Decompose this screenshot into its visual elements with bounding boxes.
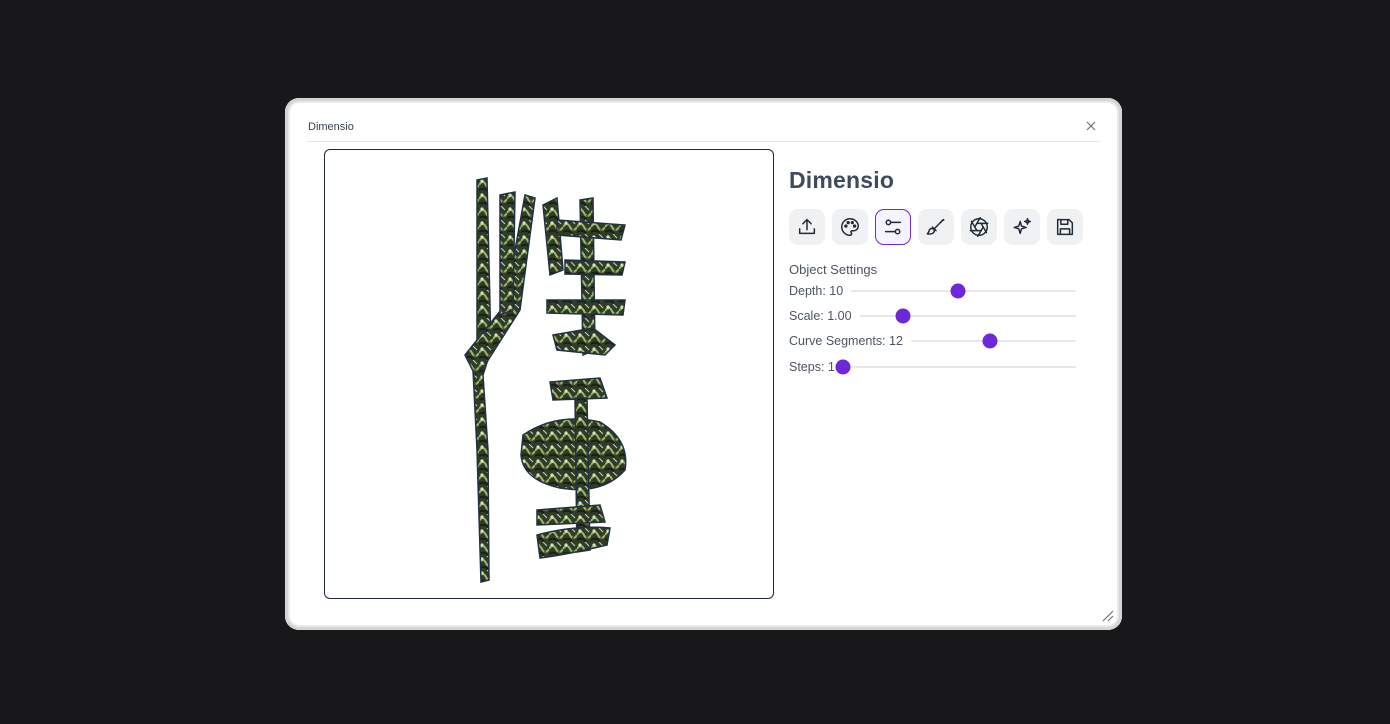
scale-slider-row: Scale: 1.00 bbox=[789, 303, 1089, 328]
title-divider bbox=[307, 141, 1100, 142]
curve-segments-label: Curve Segments: 12 bbox=[789, 334, 903, 349]
resize-grip-icon bbox=[1102, 610, 1114, 622]
scale-slider-thumb[interactable] bbox=[895, 308, 911, 324]
toolbar bbox=[789, 209, 1089, 245]
steps-slider[interactable] bbox=[835, 359, 1076, 375]
effects-button[interactable] bbox=[1004, 209, 1040, 245]
steps-slider-row: Steps: 1 bbox=[789, 354, 1089, 379]
scale-label: Scale: 1.00 bbox=[789, 308, 852, 323]
3d-model-render bbox=[464, 177, 627, 583]
save-button[interactable] bbox=[1047, 209, 1083, 245]
dimensio-window: Dimensio Dimensio Object Settings Depth:… bbox=[285, 98, 1122, 630]
palette-button[interactable] bbox=[832, 209, 868, 245]
curve-segments-slider-thumb[interactable] bbox=[982, 333, 998, 349]
close-icon bbox=[1086, 121, 1096, 131]
camera-button[interactable] bbox=[961, 209, 997, 245]
palette-icon bbox=[841, 218, 859, 236]
brush-button[interactable] bbox=[918, 209, 954, 245]
curve-segments-slider-row: Curve Segments: 12 bbox=[789, 329, 1089, 354]
steps-label: Steps: 1 bbox=[789, 359, 835, 374]
depth-slider-thumb[interactable] bbox=[950, 283, 966, 299]
resize-grip[interactable] bbox=[1100, 608, 1114, 622]
window-title: Dimensio bbox=[308, 121, 354, 133]
app-title: Dimensio bbox=[789, 167, 895, 193]
save-icon bbox=[1056, 218, 1074, 236]
brush-icon bbox=[926, 218, 945, 235]
3d-viewport[interactable] bbox=[324, 149, 774, 599]
curve-segments-slider[interactable] bbox=[910, 333, 1076, 349]
depth-label: Depth: 10 bbox=[789, 283, 844, 298]
object-settings-title: Object Settings bbox=[789, 262, 878, 277]
object-settings-button[interactable] bbox=[875, 209, 911, 245]
upload-button[interactable] bbox=[789, 209, 825, 245]
steps-slider-thumb[interactable] bbox=[835, 359, 851, 375]
upload-icon bbox=[798, 218, 816, 235]
aperture-icon bbox=[969, 216, 989, 238]
depth-slider[interactable] bbox=[851, 283, 1076, 299]
close-button[interactable] bbox=[1084, 119, 1098, 133]
scale-slider[interactable] bbox=[859, 308, 1076, 324]
sparkles-icon bbox=[1013, 218, 1031, 235]
settings-panel: Dimensio Object Settings Depth: 10 Scale… bbox=[789, 164, 1089, 379]
depth-slider-row: Depth: 10 bbox=[789, 278, 1089, 303]
sliders-icon bbox=[884, 219, 902, 235]
